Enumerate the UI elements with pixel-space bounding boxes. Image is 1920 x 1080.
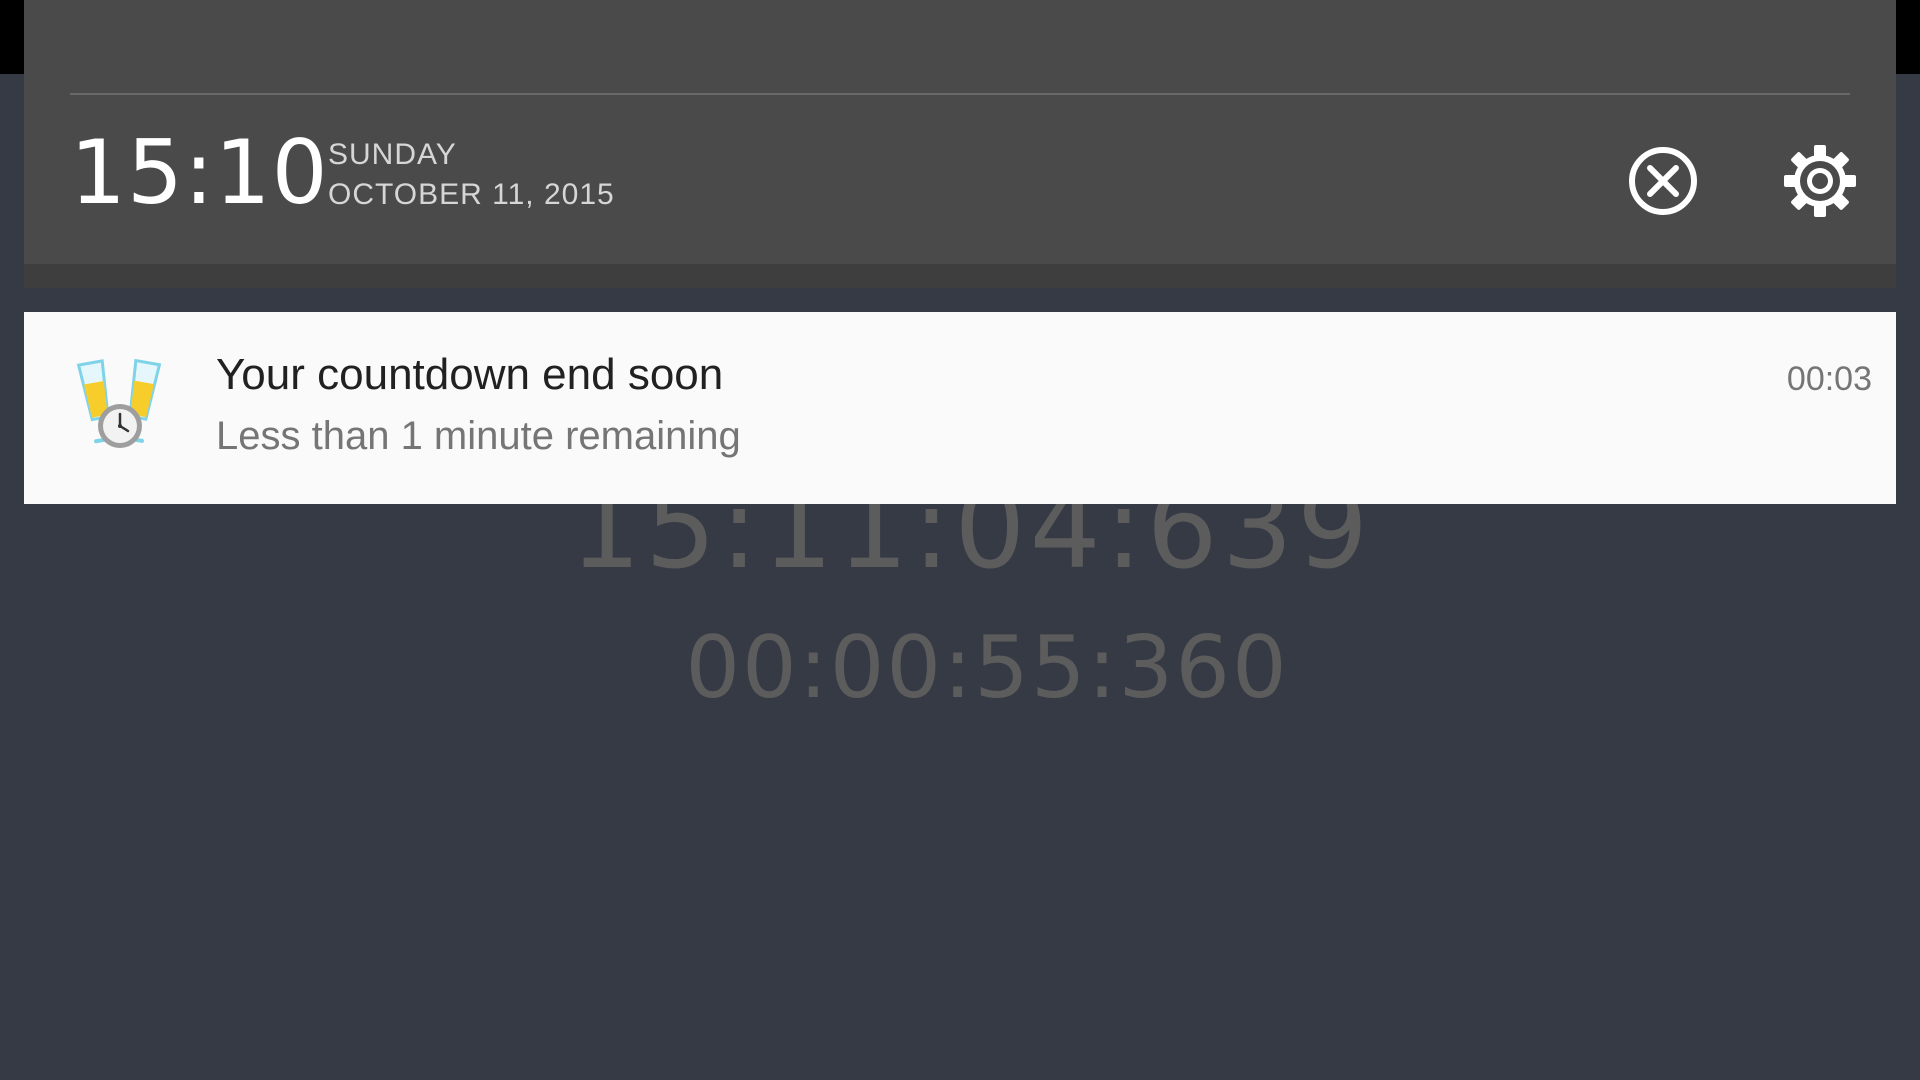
settings-button[interactable] — [1775, 139, 1865, 229]
shade-clock[interactable]: 15:10 — [70, 118, 329, 228]
notification-time: 00:03 — [1786, 360, 1872, 398]
shade-day[interactable]: SUNDAY — [328, 138, 457, 172]
shade-divider — [70, 93, 1850, 95]
shade-date[interactable]: OCTOBER 11, 2015 — [328, 178, 615, 212]
clear-all-icon — [1629, 147, 1697, 215]
clear-all-button[interactable] — [1618, 139, 1708, 229]
app-icon — [70, 356, 170, 460]
champagne-clock-icon — [76, 358, 162, 448]
notification-shade-header: 15:10 SUNDAY OCTOBER 11, 2015 — [24, 0, 1896, 288]
notification-title: Your countdown end soon — [216, 350, 724, 399]
shade-bottom-bar — [24, 264, 1896, 288]
notification-card[interactable]: Your countdown end soon Less than 1 minu… — [24, 312, 1896, 504]
notification-text: Less than 1 minute remaining — [216, 414, 741, 458]
gear-icon — [1784, 145, 1856, 217]
background-remaining-time: 00:00:55:360 — [685, 618, 1289, 718]
